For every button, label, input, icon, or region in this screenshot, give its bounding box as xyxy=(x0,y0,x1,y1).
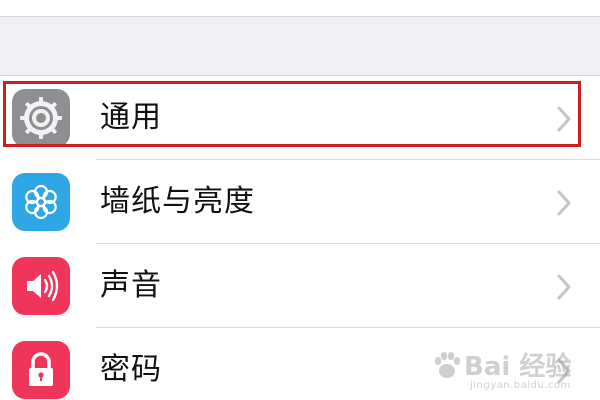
gear-icon xyxy=(12,89,70,147)
flower-icon xyxy=(12,173,70,231)
watermark-brand: Bai 经验 xyxy=(464,352,572,382)
settings-row-wallpaper-brightness[interactable]: 墙纸与亮度 xyxy=(0,160,600,244)
settings-row-sounds[interactable]: 声音 xyxy=(0,244,600,328)
watermark-url: jingyan.baidu.com xyxy=(470,380,571,391)
lock-icon xyxy=(12,341,70,399)
chevron-right-icon xyxy=(557,274,571,300)
settings-row-label: 声音 xyxy=(100,268,162,303)
settings-row-label: 密码 xyxy=(100,352,162,387)
settings-row-label: 通用 xyxy=(100,100,162,135)
previous-group-edge xyxy=(0,0,600,17)
paw-logo-icon xyxy=(434,352,461,378)
speaker-icon xyxy=(12,257,70,315)
watermark: Bai 经验 jingyan.baidu.com xyxy=(430,346,600,396)
settings-row-label: 墙纸与亮度 xyxy=(100,184,255,219)
settings-screen: 通用 墙纸与亮度 声音 密码 Bai 经验 jingyan.baidu.com xyxy=(0,0,600,400)
settings-row-general[interactable]: 通用 xyxy=(0,76,600,160)
group-separator xyxy=(0,17,600,75)
chevron-right-icon xyxy=(557,106,571,132)
chevron-right-icon xyxy=(557,190,571,216)
